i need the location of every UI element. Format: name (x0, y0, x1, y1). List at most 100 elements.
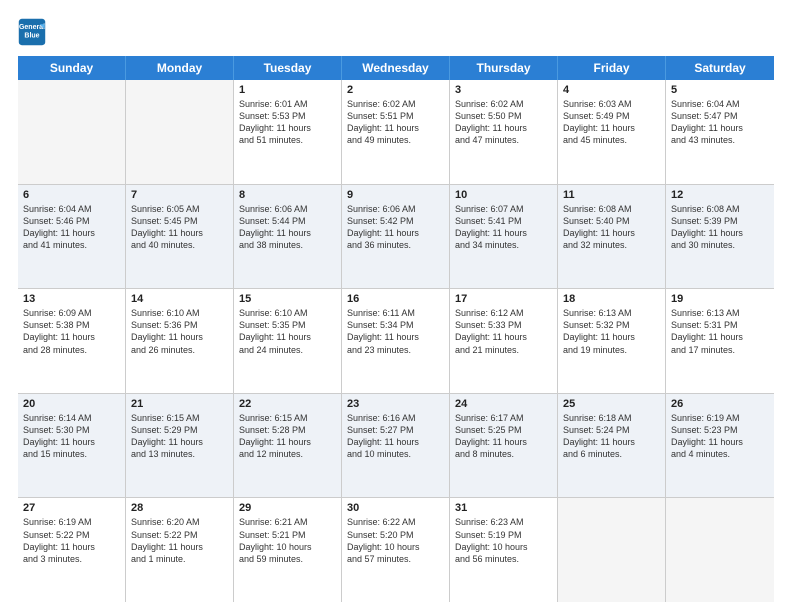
calendar-day-29: 29Sunrise: 6:21 AM Sunset: 5:21 PM Dayli… (234, 498, 342, 602)
day-info: Sunrise: 6:01 AM Sunset: 5:53 PM Dayligh… (239, 98, 336, 147)
day-info: Sunrise: 6:16 AM Sunset: 5:27 PM Dayligh… (347, 412, 444, 461)
day-number: 28 (131, 502, 228, 514)
calendar-day-20: 20 Sunrise: 6:14 AM Sunset: 5:30 PM Dayli… (18, 394, 126, 498)
day-number: 30 (347, 502, 444, 514)
calendar-day-24: 24Sunrise: 6:17 AM Sunset: 5:25 PM Dayli… (450, 394, 558, 498)
calendar-row: 27 Sunrise: 6:19 AM Sunset: 5:22 PM Dayli… (18, 498, 774, 602)
calendar-row: 1 Sunrise: 6:01 AM Sunset: 5:53 PM Daylig… (18, 80, 774, 185)
day-info: Sunrise: 6:13 AM Sunset: 5:31 PM Dayligh… (671, 307, 769, 356)
day-number: 13 (23, 293, 120, 305)
day-info: Sunrise: 6:06 AM Sunset: 5:42 PM Dayligh… (347, 203, 444, 252)
day-number: 25 (563, 398, 660, 410)
weekday-header: Friday (558, 56, 666, 80)
calendar-day-9: 9 Sunrise: 6:06 AM Sunset: 5:42 PM Daylig… (342, 185, 450, 289)
calendar-day-5: 5 Sunrise: 6:04 AM Sunset: 5:47 PM Daylig… (666, 80, 774, 184)
day-info: Sunrise: 6:23 AM Sunset: 5:19 PM Dayligh… (455, 516, 552, 565)
svg-text:Blue: Blue (24, 32, 39, 39)
calendar-day-17: 17 Sunrise: 6:12 AM Sunset: 5:33 PM Dayli… (450, 289, 558, 393)
day-number: 5 (671, 84, 769, 96)
calendar-day-4: 4Sunrise: 6:03 AM Sunset: 5:49 PM Daylig… (558, 80, 666, 184)
calendar-day-22: 22 Sunrise: 6:15 AM Sunset: 5:28 PM Dayli… (234, 394, 342, 498)
day-info: Sunrise: 6:12 AM Sunset: 5:33 PM Dayligh… (455, 307, 552, 356)
day-number: 31 (455, 502, 552, 514)
day-info: Sunrise: 6:11 AM Sunset: 5:34 PM Dayligh… (347, 307, 444, 356)
page-header: General Blue (18, 18, 774, 46)
day-number: 19 (671, 293, 769, 305)
calendar-empty-cell (18, 80, 126, 184)
calendar-empty-cell (558, 498, 666, 602)
day-info: Sunrise: 6:02 AM Sunset: 5:50 PM Dayligh… (455, 98, 552, 147)
day-number: 14 (131, 293, 228, 305)
day-info: Sunrise: 6:22 AM Sunset: 5:20 PM Dayligh… (347, 516, 444, 565)
calendar-day-30: 30 Sunrise: 6:22 AM Sunset: 5:20 PM Dayli… (342, 498, 450, 602)
day-number: 10 (455, 189, 552, 201)
day-number: 4 (563, 84, 660, 96)
day-info: Sunrise: 6:04 AM Sunset: 5:46 PM Dayligh… (23, 203, 120, 252)
calendar-day-6: 6 Sunrise: 6:04 AM Sunset: 5:46 PM Daylig… (18, 185, 126, 289)
day-info: Sunrise: 6:09 AM Sunset: 5:38 PM Dayligh… (23, 307, 120, 356)
day-info: Sunrise: 6:08 AM Sunset: 5:40 PM Dayligh… (563, 203, 660, 252)
day-number: 6 (23, 189, 120, 201)
day-number: 16 (347, 293, 444, 305)
calendar-empty-cell (666, 498, 774, 602)
weekday-header: Wednesday (342, 56, 450, 80)
calendar-day-11: 11 Sunrise: 6:08 AM Sunset: 5:40 PM Dayli… (558, 185, 666, 289)
day-info: Sunrise: 6:07 AM Sunset: 5:41 PM Dayligh… (455, 203, 552, 252)
weekday-header: Saturday (666, 56, 774, 80)
calendar-day-23: 23 Sunrise: 6:16 AM Sunset: 5:27 PM Dayli… (342, 394, 450, 498)
day-number: 3 (455, 84, 552, 96)
calendar-day-25: 25 Sunrise: 6:18 AM Sunset: 5:24 PM Dayli… (558, 394, 666, 498)
day-info: Sunrise: 6:15 AM Sunset: 5:28 PM Dayligh… (239, 412, 336, 461)
logo: General Blue (18, 18, 46, 46)
calendar-header: SundayMondayTuesdayWednesdayThursdayFrid… (18, 56, 774, 80)
day-info: Sunrise: 6:10 AM Sunset: 5:35 PM Dayligh… (239, 307, 336, 356)
day-number: 21 (131, 398, 228, 410)
calendar-day-1: 1 Sunrise: 6:01 AM Sunset: 5:53 PM Daylig… (234, 80, 342, 184)
weekday-header: Tuesday (234, 56, 342, 80)
calendar-day-13: 13 Sunrise: 6:09 AM Sunset: 5:38 PM Dayli… (18, 289, 126, 393)
calendar-empty-cell (126, 80, 234, 184)
day-number: 23 (347, 398, 444, 410)
calendar-day-18: 18Sunrise: 6:13 AM Sunset: 5:32 PM Dayli… (558, 289, 666, 393)
day-info: Sunrise: 6:18 AM Sunset: 5:24 PM Dayligh… (563, 412, 660, 461)
calendar-day-21: 21 Sunrise: 6:15 AM Sunset: 5:29 PM Dayli… (126, 394, 234, 498)
calendar-day-12: 12Sunrise: 6:08 AM Sunset: 5:39 PM Dayli… (666, 185, 774, 289)
calendar-row: 6 Sunrise: 6:04 AM Sunset: 5:46 PM Daylig… (18, 185, 774, 290)
day-number: 8 (239, 189, 336, 201)
day-info: Sunrise: 6:20 AM Sunset: 5:22 PM Dayligh… (131, 516, 228, 565)
day-info: Sunrise: 6:04 AM Sunset: 5:47 PM Dayligh… (671, 98, 769, 147)
calendar-day-26: 26 Sunrise: 6:19 AM Sunset: 5:23 PM Dayli… (666, 394, 774, 498)
day-number: 1 (239, 84, 336, 96)
calendar-day-14: 14 Sunrise: 6:10 AM Sunset: 5:36 PM Dayli… (126, 289, 234, 393)
calendar-day-27: 27 Sunrise: 6:19 AM Sunset: 5:22 PM Dayli… (18, 498, 126, 602)
weekday-header: Monday (126, 56, 234, 80)
day-number: 29 (239, 502, 336, 514)
calendar-day-7: 7 Sunrise: 6:05 AM Sunset: 5:45 PM Daylig… (126, 185, 234, 289)
day-number: 17 (455, 293, 552, 305)
day-info: Sunrise: 6:14 AM Sunset: 5:30 PM Dayligh… (23, 412, 120, 461)
day-info: Sunrise: 6:15 AM Sunset: 5:29 PM Dayligh… (131, 412, 228, 461)
day-number: 20 (23, 398, 120, 410)
day-number: 11 (563, 189, 660, 201)
day-number: 7 (131, 189, 228, 201)
calendar-day-8: 8 Sunrise: 6:06 AM Sunset: 5:44 PM Daylig… (234, 185, 342, 289)
day-info: Sunrise: 6:06 AM Sunset: 5:44 PM Dayligh… (239, 203, 336, 252)
day-number: 26 (671, 398, 769, 410)
calendar-day-31: 31 Sunrise: 6:23 AM Sunset: 5:19 PM Dayli… (450, 498, 558, 602)
calendar-day-2: 2Sunrise: 6:02 AM Sunset: 5:51 PM Daylig… (342, 80, 450, 184)
calendar-day-28: 28 Sunrise: 6:20 AM Sunset: 5:22 PM Dayli… (126, 498, 234, 602)
calendar-row: 13 Sunrise: 6:09 AM Sunset: 5:38 PM Dayli… (18, 289, 774, 394)
day-info: Sunrise: 6:19 AM Sunset: 5:23 PM Dayligh… (671, 412, 769, 461)
day-info: Sunrise: 6:02 AM Sunset: 5:51 PM Dayligh… (347, 98, 444, 147)
day-number: 9 (347, 189, 444, 201)
day-info: Sunrise: 6:08 AM Sunset: 5:39 PM Dayligh… (671, 203, 769, 252)
day-number: 27 (23, 502, 120, 514)
calendar-body: 1 Sunrise: 6:01 AM Sunset: 5:53 PM Daylig… (18, 80, 774, 602)
day-info: Sunrise: 6:10 AM Sunset: 5:36 PM Dayligh… (131, 307, 228, 356)
day-info: Sunrise: 6:05 AM Sunset: 5:45 PM Dayligh… (131, 203, 228, 252)
weekday-header: Sunday (18, 56, 126, 80)
day-number: 15 (239, 293, 336, 305)
day-info: Sunrise: 6:19 AM Sunset: 5:22 PM Dayligh… (23, 516, 120, 565)
calendar-day-19: 19 Sunrise: 6:13 AM Sunset: 5:31 PM Dayli… (666, 289, 774, 393)
day-number: 22 (239, 398, 336, 410)
